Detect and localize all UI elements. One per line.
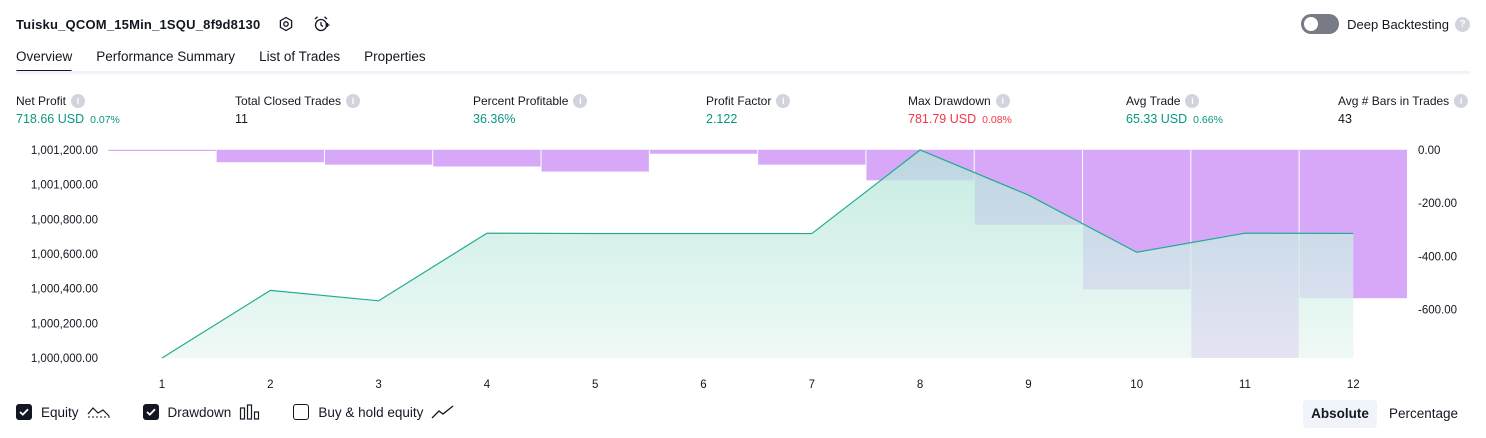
right-axis-tick-label: -600.00	[1418, 305, 1457, 317]
drawdown-bar	[108, 150, 216, 151]
drawdown-bar	[758, 150, 866, 165]
legend-label: Equity	[41, 404, 79, 420]
legend-label: Buy & hold equity	[318, 404, 424, 420]
x-axis-tick-label: 9	[1025, 379, 1031, 391]
left-axis-tick-label: 1,000,400.00	[31, 284, 98, 296]
x-axis-tick-label: 7	[809, 379, 815, 391]
x-axis: 1 2 3 4 5 6 7 8 9 10 11 12	[159, 379, 1360, 391]
drawdown-bar	[324, 150, 433, 165]
x-axis-tick-label: 4	[484, 379, 491, 391]
left-axis-tick-label: 1,000,800.00	[31, 214, 98, 226]
legend-label: Drawdown	[167, 404, 232, 420]
drawdown-checkbox[interactable]	[142, 404, 159, 420]
x-axis-tick-label: 2	[267, 379, 273, 391]
x-axis-tick-label: 3	[375, 379, 381, 391]
drawdown-bar	[541, 150, 649, 172]
legend-equity[interactable]: Equity	[16, 404, 111, 420]
right-axis-tick-label: 0.00	[1418, 145, 1440, 157]
left-axis-tick-label: 1,000,200.00	[31, 318, 98, 330]
left-axis-tick-label: 1,000,000.00	[31, 353, 98, 365]
drawdown-bar	[433, 150, 541, 167]
drawdown-bar	[216, 150, 324, 163]
left-axis-tick-label: 1,001,000.00	[31, 180, 98, 192]
percentage-button[interactable]: Percentage	[1381, 400, 1466, 428]
x-axis-tick-label: 6	[700, 379, 706, 391]
equity-line-icon	[87, 404, 111, 420]
legend-buy-hold-equity[interactable]: Buy & hold equity	[293, 404, 455, 420]
x-axis-tick-label: 11	[1239, 379, 1251, 391]
absolute-button[interactable]: Absolute	[1303, 400, 1377, 428]
x-axis-tick-label: 8	[917, 379, 923, 391]
equity-checkbox[interactable]	[16, 404, 32, 420]
right-axis-tick-label: -400.00	[1418, 251, 1457, 263]
x-axis-tick-label: 5	[592, 379, 598, 391]
left-axis: 1,001,200.00 1,001,000.00 1,000,800.00 1,00…	[31, 145, 98, 365]
legend-drawdown[interactable]: Drawdown	[142, 404, 262, 420]
left-axis-tick-label: 1,001,200.00	[31, 145, 98, 157]
equity-drawdown-chart[interactable]: 1,001,200.00 1,001,000.00 1,000,800.00 1,00…	[0, 0, 1486, 438]
buy-hold-line-icon	[431, 404, 455, 420]
x-axis-tick-label: 12	[1347, 379, 1360, 391]
right-axis: 0.00 -200.00 -400.00 -600.00	[1418, 145, 1457, 317]
chart-legend: Equity Drawdown Buy & hold equity	[16, 404, 487, 420]
drawdown-bars-icon	[239, 404, 261, 420]
scale-switch: Absolute Percentage	[1299, 400, 1466, 428]
buy-hold-checkbox[interactable]	[293, 404, 310, 420]
x-axis-tick-label: 1	[159, 379, 165, 391]
x-axis-tick-label: 10	[1130, 379, 1143, 391]
left-axis-tick-label: 1,000,600.00	[31, 249, 98, 261]
drawdown-bar	[649, 150, 758, 154]
right-axis-tick-label: -200.00	[1418, 198, 1457, 210]
